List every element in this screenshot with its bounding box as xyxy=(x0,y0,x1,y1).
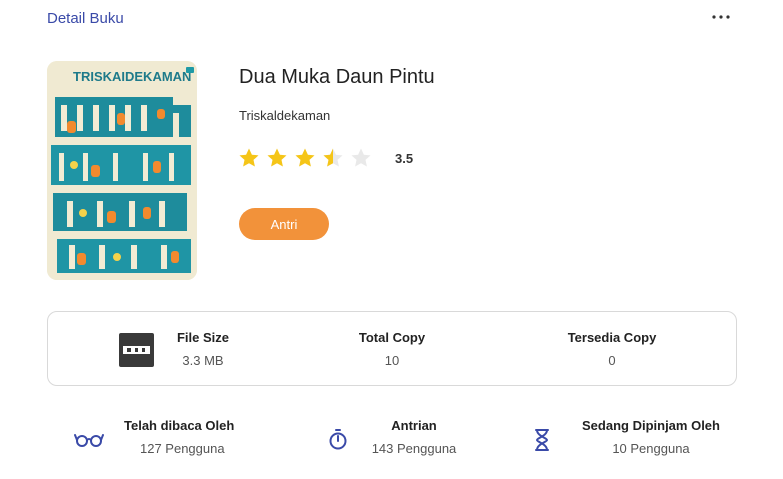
file-size-info: File Size 3.3 MB xyxy=(153,330,253,368)
star-full-icon xyxy=(295,148,315,167)
queue-label: Antrian xyxy=(391,418,437,433)
stopwatch-icon xyxy=(329,429,347,450)
star-full-icon xyxy=(239,148,259,167)
rating: 3.5 xyxy=(237,146,413,170)
total-copy-label: Total Copy xyxy=(358,330,426,345)
book-cover: TRISKAIDEKAMAN xyxy=(47,61,197,280)
read-by-stat: Telah dibaca Oleh 127 Pengguna xyxy=(124,418,234,456)
star-full-icon xyxy=(267,148,287,167)
read-by-label: Telah dibaca Oleh xyxy=(124,418,235,433)
queue-value: 143 Pengguna xyxy=(371,441,457,456)
borrowed-label: Sedang Dipinjam Oleh xyxy=(582,418,720,433)
total-copy-value: 10 xyxy=(384,353,400,368)
star-half-icon xyxy=(323,148,343,167)
more-options-icon[interactable] xyxy=(708,6,734,28)
available-copy-label: Tersedia Copy xyxy=(567,330,657,345)
rating-value: 3.5 xyxy=(395,150,414,166)
cover-author-text: TRISKAIDEKAMAN xyxy=(73,69,191,84)
read-by-value: 127 Pengguna xyxy=(140,441,225,456)
file-size-value: 3.3 MB xyxy=(182,353,224,368)
book-title: Dua Muka Daun Pintu xyxy=(239,66,435,88)
drm-icon xyxy=(119,333,154,367)
queue-button[interactable]: Antri xyxy=(239,208,329,240)
glasses-icon xyxy=(74,434,104,447)
star-empty-icon xyxy=(351,148,371,167)
available-copy-info: Tersedia Copy 0 xyxy=(552,330,672,368)
file-size-label: File Size xyxy=(176,330,230,345)
queue-stat: Antrian 143 Pengguna xyxy=(369,418,459,456)
borrowed-value: 10 Pengguna xyxy=(612,441,690,456)
available-copy-value: 0 xyxy=(608,353,616,368)
total-copy-info: Total Copy 10 xyxy=(342,330,442,368)
hourglass-icon xyxy=(535,429,549,451)
book-info-card: File Size 3.3 MB Total Copy 10 Tersedia … xyxy=(47,311,737,386)
borrowed-stat: Sedang Dipinjam Oleh 10 Pengguna xyxy=(576,418,726,456)
book-author: Triskaldekaman xyxy=(239,108,331,123)
page-title: Detail Buku xyxy=(47,10,124,27)
